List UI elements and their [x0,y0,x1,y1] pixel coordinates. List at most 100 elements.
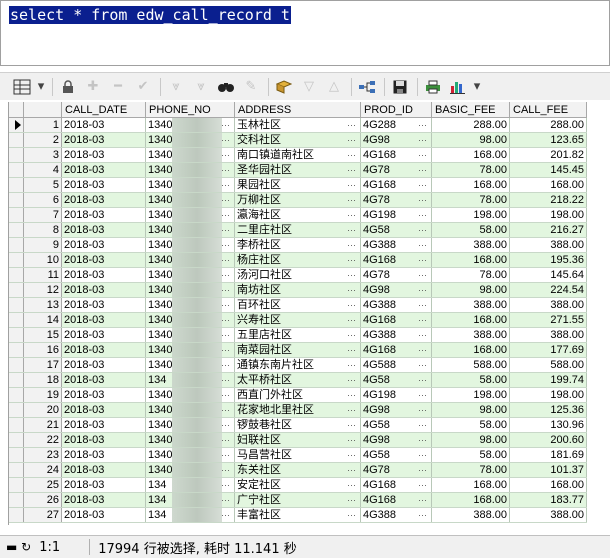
ellipsis-icon[interactable]: ··· [347,238,358,252]
cell-call-fee[interactable]: 101.37 [509,462,587,478]
row-number[interactable]: 22 [23,432,62,448]
cell-phone-no[interactable]: 1340 ··· [145,117,235,133]
row-indicator[interactable] [9,297,24,313]
cell-call-fee[interactable]: 224.54 [509,282,587,298]
check-icon[interactable]: ✔ [133,77,153,97]
cell-phone-no[interactable]: 1340 ··· [145,177,235,193]
cell-address[interactable]: 马昌营社区 ··· [234,447,361,463]
cell-basic-fee[interactable]: 198.00 [431,387,510,403]
ellipsis-icon[interactable]: ··· [221,223,232,237]
cell-call-fee[interactable]: 181.69 [509,447,587,463]
cell-basic-fee[interactable]: 78.00 [431,267,510,283]
ellipsis-icon[interactable]: ··· [347,493,358,507]
ellipsis-icon[interactable]: ··· [221,178,232,192]
cell-call-date[interactable]: 2018-03 [61,252,146,268]
table-row[interactable]: 22 2018-03 1340 ··· 妇联社区 ··· 4G98 ··· 98.00 200.6… [9,432,587,448]
cell-address[interactable]: 李桥社区 ··· [234,237,361,253]
cell-address[interactable]: 兴寿社区 ··· [234,312,361,328]
cell-basic-fee[interactable]: 388.00 [431,327,510,343]
table-row[interactable]: 2 2018-03 1340 ··· 交科社区 ··· 4G98 ··· 98.00 123.65 [9,132,587,148]
cell-basic-fee[interactable]: 168.00 [431,147,510,163]
ellipsis-icon[interactable]: ··· [221,313,232,327]
cell-basic-fee[interactable]: 198.00 [431,207,510,223]
cell-address[interactable]: 南坊社区 ··· [234,282,361,298]
ellipsis-icon[interactable]: ··· [418,328,429,342]
cell-phone-no[interactable]: 1340 ··· [145,192,235,208]
ellipsis-icon[interactable]: ··· [418,223,429,237]
cell-phone-no[interactable]: 1340 ··· [145,357,235,373]
cell-call-date[interactable]: 2018-03 [61,237,146,253]
cell-call-date[interactable]: 2018-03 [61,207,146,223]
eraser-icon[interactable]: ✎ [241,77,261,97]
row-number[interactable]: 14 [23,312,62,328]
cell-basic-fee[interactable]: 388.00 [431,237,510,253]
cell-call-fee[interactable]: 216.27 [509,222,587,238]
row-number[interactable]: 19 [23,387,62,403]
ellipsis-icon[interactable]: ··· [418,358,429,372]
cell-basic-fee[interactable]: 98.00 [431,402,510,418]
ellipsis-icon[interactable]: ··· [221,193,232,207]
ellipsis-icon[interactable]: ··· [347,118,358,132]
row-indicator[interactable] [9,162,24,178]
table-row[interactable]: 1 2018-03 1340 ··· 玉林社区 ··· 4G288 ··· 288.00 288.… [9,117,587,133]
row-number[interactable]: 5 [23,177,62,193]
print-icon[interactable] [423,77,443,97]
cell-prod-id[interactable]: 4G98 ··· [360,282,432,298]
cell-address[interactable]: 通镇东南片社区 ··· [234,357,361,373]
cell-call-fee[interactable]: 130.96 [509,417,587,433]
ellipsis-icon[interactable]: ··· [221,343,232,357]
row-number[interactable]: 9 [23,237,62,253]
cell-basic-fee[interactable]: 168.00 [431,477,510,493]
ellipsis-icon[interactable]: ··· [221,433,232,447]
ellipsis-icon[interactable]: ··· [221,373,232,387]
cell-prod-id[interactable]: 4G78 ··· [360,162,432,178]
cell-address[interactable]: 玉林社区 ··· [234,117,361,133]
cell-call-fee[interactable]: 388.00 [509,237,587,253]
cell-phone-no[interactable]: 1340 ··· [145,387,235,403]
ellipsis-icon[interactable]: ··· [347,253,358,267]
cell-phone-no[interactable]: 134 ··· [145,492,235,508]
ellipsis-icon[interactable]: ··· [418,238,429,252]
cell-prod-id[interactable]: 4G198 ··· [360,207,432,223]
cell-call-date[interactable]: 2018-03 [61,147,146,163]
table-row[interactable]: 12 2018-03 1340 ··· 南坊社区 ··· 4G98 ··· 98.00 224.5… [9,282,587,298]
row-number[interactable]: 1 [23,117,62,133]
cell-call-date[interactable]: 2018-03 [61,357,146,373]
cell-phone-no[interactable]: 1340 ··· [145,132,235,148]
cell-phone-no[interactable]: 1340 ··· [145,312,235,328]
grid-dropdown-icon[interactable]: ▾ [37,77,45,97]
cell-prod-id[interactable]: 4G168 ··· [360,177,432,193]
cell-phone-no[interactable]: 1340 ··· [145,267,235,283]
cell-basic-fee[interactable]: 58.00 [431,417,510,433]
row-indicator[interactable] [9,222,24,238]
ellipsis-icon[interactable]: ··· [418,313,429,327]
cell-phone-no[interactable]: 1340 ··· [145,207,235,223]
cell-prod-id[interactable]: 4G588 ··· [360,357,432,373]
ellipsis-icon[interactable]: ··· [418,433,429,447]
row-number[interactable]: 2 [23,132,62,148]
row-indicator[interactable] [9,462,24,478]
row-indicator[interactable] [9,402,24,418]
cell-basic-fee[interactable]: 58.00 [431,222,510,238]
table-row[interactable]: 10 2018-03 1340 ··· 杨庄社区 ··· 4G168 ··· 168.00 195… [9,252,587,268]
table-row[interactable]: 25 2018-03 134 ··· 安定社区 ··· 4G168 ··· 168.00 168.… [9,477,587,493]
ellipsis-icon[interactable]: ··· [221,388,232,402]
cell-call-fee[interactable]: 200.60 [509,432,587,448]
cell-address[interactable]: 锣鼓巷社区 ··· [234,417,361,433]
cell-basic-fee[interactable]: 98.00 [431,282,510,298]
cell-address[interactable]: 安定社区 ··· [234,477,361,493]
cell-call-date[interactable]: 2018-03 [61,417,146,433]
cell-address[interactable]: 圣华园社区 ··· [234,162,361,178]
cell-address[interactable]: 丰富社区 ··· [234,507,361,523]
plus-icon[interactable]: ✚ [83,77,103,97]
ellipsis-icon[interactable]: ··· [347,373,358,387]
cell-prod-id[interactable]: 4G78 ··· [360,192,432,208]
cell-call-date[interactable]: 2018-03 [61,177,146,193]
cell-phone-no[interactable]: 1340 ··· [145,462,235,478]
row-number[interactable]: 6 [23,192,62,208]
cell-prod-id[interactable]: 4G168 ··· [360,477,432,493]
row-number[interactable]: 24 [23,462,62,478]
cell-call-date[interactable]: 2018-03 [61,312,146,328]
ellipsis-icon[interactable]: ··· [221,493,232,507]
cell-basic-fee[interactable]: 168.00 [431,312,510,328]
